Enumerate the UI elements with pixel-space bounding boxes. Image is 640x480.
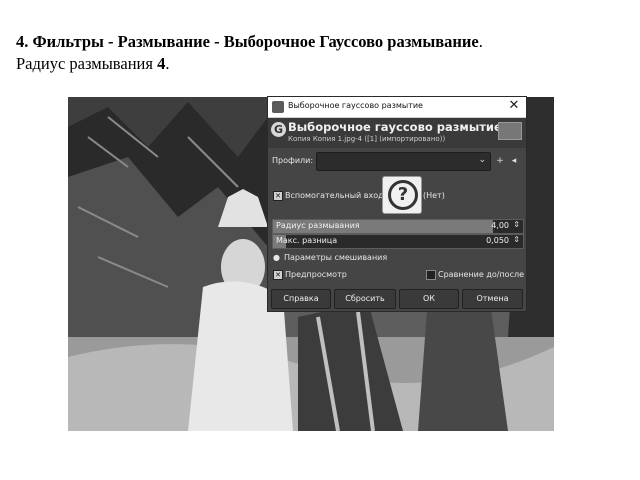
split-view-checkbox[interactable] [426, 270, 436, 280]
header-subtitle: Копия Копия 1.jpg-4 ([1] (импортировано)… [288, 135, 446, 143]
close-icon[interactable]: ✕ [506, 98, 522, 114]
spin-arrows-icon[interactable]: ⇕ [513, 220, 520, 229]
profile-menu-icon[interactable]: ◂ [508, 155, 520, 167]
aux-input-value: (Нет) [423, 191, 445, 200]
filter-path-text: 4. Фильтры - Размывание - Выборочное Гау… [16, 32, 479, 51]
blur-radius-spinscale[interactable]: Радиус размывания 4,00 ⇕ [272, 219, 524, 234]
selective-gaussian-blur-dialog: Выборочное гауссово размытие ✕ G Выбороч… [268, 97, 526, 311]
dialog-titlebar[interactable]: Выборочное гауссово размытие ✕ [268, 97, 526, 118]
split-view-label: Сравнение до/после [438, 270, 525, 279]
chevron-down-icon: ⌄ [478, 155, 486, 165]
header-title: Выборочное гауссово размытие [288, 120, 502, 134]
spin-arrows-icon[interactable]: ⇕ [513, 235, 520, 244]
blend-options-row[interactable]: ● Параметры смешивания [268, 252, 526, 264]
max-delta-spinscale[interactable]: Макс. разница 0,050 ⇕ [272, 234, 524, 249]
max-delta-label: Макс. разница [276, 236, 338, 245]
aux-input-label: Вспомогательный вход [285, 191, 384, 200]
preview-checkbox[interactable]: ✕ [273, 270, 283, 280]
app-icon [272, 101, 284, 113]
blur-radius-value[interactable]: 4,00 [491, 221, 509, 230]
blend-options-label: Параметры смешивания [284, 253, 388, 262]
line2-punct: . [165, 54, 170, 73]
document-line-1: 4. Фильтры - Размывание - Выборочное Гау… [16, 32, 483, 52]
profiles-combo[interactable]: ⌄ [316, 152, 491, 171]
profiles-label: Профили: [272, 156, 314, 165]
cancel-button[interactable]: Отмена [462, 289, 523, 309]
window-title: Выборочное гауссово размытие [288, 101, 423, 110]
aux-input-picker-button[interactable]: ? [382, 176, 422, 214]
gegl-icon: G [271, 122, 286, 137]
profiles-row: Профили: ⌄ + ◂ [268, 152, 526, 171]
expander-icon: ● [273, 253, 280, 262]
add-profile-icon[interactable]: + [494, 155, 506, 167]
document-line-2: Радиус размывания 4. [16, 54, 169, 74]
preview-label: Предпросмотр [285, 270, 347, 279]
question-icon: ? [388, 180, 418, 210]
image-thumbnail [498, 122, 522, 140]
dialog-header: G Выборочное гауссово размытие Копия Коп… [268, 118, 526, 148]
blur-radius-label: Радиус размывания [276, 221, 360, 230]
aux-input-checkbox[interactable]: ✕ [273, 191, 283, 201]
blur-radius-caption: Радиус размывания [16, 54, 158, 73]
line1-punct: . [478, 32, 483, 51]
reset-button[interactable]: Сбросить [334, 289, 396, 309]
max-delta-value[interactable]: 0,050 [486, 236, 509, 245]
ok-button[interactable]: ОК [399, 289, 459, 309]
help-button[interactable]: Справка [271, 289, 331, 309]
preview-row: ✕ Предпросмотр Сравнение до/после [268, 269, 526, 281]
